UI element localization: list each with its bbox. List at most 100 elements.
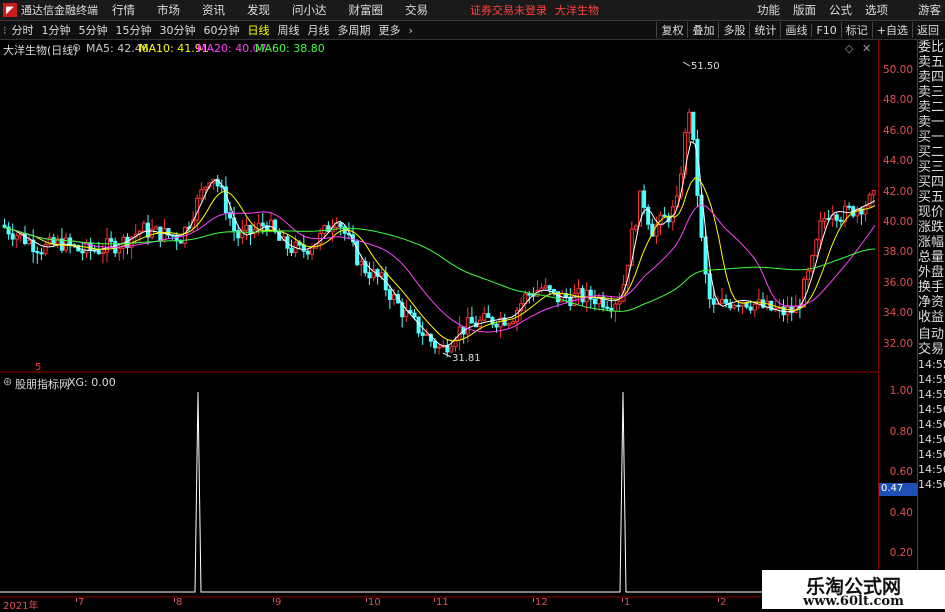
sidebar-quote-label: 买一 (918, 130, 945, 145)
sidebar-quote-label: 卖三 (918, 85, 945, 100)
candle-body (506, 323, 511, 326)
date-tick-label: 12 (535, 597, 548, 608)
candle-body (424, 334, 429, 337)
candle-body (847, 205, 852, 208)
btn-back[interactable]: 返回 (912, 22, 943, 38)
date-tick-mark (718, 598, 719, 602)
date-tick-label: 11 (436, 597, 449, 608)
candle-body (39, 252, 44, 255)
sidebar-quote-label: 总量 (918, 250, 945, 265)
price-tick-label: 40.00 (882, 216, 913, 228)
candle-body (863, 205, 868, 215)
candle-body (605, 306, 610, 309)
candle-body (379, 272, 384, 277)
candle-body (387, 289, 392, 300)
sidebar-quote-label[interactable]: 自动 (918, 327, 945, 342)
candle-body (482, 313, 487, 321)
sidebar-quote-label: 14:56 (918, 478, 945, 491)
sidebar-quote-label: 14:56 (918, 418, 945, 431)
candle-body (617, 300, 622, 305)
candle-body (527, 293, 532, 296)
price-tick-label: 36.00 (882, 276, 913, 289)
date-tick-mark (273, 598, 274, 602)
candle-body (543, 285, 548, 289)
low-price-label: 31.81 (452, 353, 481, 364)
candle-body (871, 190, 876, 196)
candle-body (51, 237, 56, 245)
candle-body (720, 299, 724, 304)
date-tick-label: 7 (78, 597, 85, 608)
candle-body (35, 251, 40, 254)
indicator-tick-label: 1.00 (889, 385, 913, 397)
candle-body (334, 222, 339, 228)
price-tick-label: 44.00 (882, 155, 913, 168)
candle-body (100, 251, 105, 255)
candle-body (752, 303, 757, 311)
cursor-value-badge: 0.47 (879, 483, 917, 496)
candle-body (838, 219, 843, 222)
candle-body (150, 228, 155, 238)
ma-line-1 (2, 177, 876, 342)
candle-body (141, 222, 146, 232)
sidebar-quote-label: 14:55 (918, 373, 945, 386)
sidebar-quote-label: 卖一 (918, 115, 945, 130)
date-tick-label: 2021年 (3, 601, 39, 612)
candle-body (748, 306, 753, 311)
candle-body (437, 346, 442, 349)
candle-body (613, 303, 618, 312)
date-tick-mark (366, 598, 367, 602)
indicator-tick-label: 0.80 (889, 425, 913, 438)
guest-user[interactable]: 游客 (918, 2, 941, 18)
date-tick-label: 2 (720, 597, 727, 608)
candle-body (449, 346, 454, 353)
high-price-label: 51.50 (691, 61, 720, 72)
kline-chart[interactable]: 5 51.50 31.81 (0, 0, 878, 598)
candle-body (244, 224, 249, 231)
candle-body (109, 238, 114, 242)
ma-line-2 (2, 204, 876, 333)
candle-body (465, 316, 470, 335)
xg-signal-line (0, 391, 876, 593)
candle-body (547, 285, 552, 291)
price-tick-label: 48.00 (882, 94, 913, 107)
candle-body (724, 299, 729, 304)
date-tick-label: 8 (176, 597, 183, 608)
price-tick-label: 32.00 (882, 337, 913, 350)
date-tick-label: 9 (275, 597, 282, 608)
sidebar-quote-label: 卖五 (918, 55, 945, 70)
sidebar-quote-label: 净资 (918, 295, 945, 310)
candle-body (310, 247, 314, 255)
candle-body (736, 304, 741, 307)
candle-body (687, 111, 692, 134)
price-tick-label: 50.00 (882, 64, 913, 76)
candle-body (14, 235, 19, 240)
candle-body (802, 278, 806, 308)
sidebar-quote-label: 14:56 (918, 463, 945, 476)
candle-body (433, 340, 437, 349)
candle-body (580, 288, 585, 303)
sidebar-quote-label: 现价 (918, 205, 945, 220)
price-axis: 50.00 48.00 46.00 44.00 42.00 40.00 38.00 36.00… (878, 40, 917, 373)
candle-body (510, 321, 515, 325)
date-tick-label: 10 (368, 597, 381, 608)
candle-body (494, 323, 499, 328)
candle-body (392, 294, 396, 300)
ma-line-0 (2, 140, 876, 347)
sidebar-quote-label: 买二 (918, 145, 945, 160)
sidebar-quote-label: 14:55 (918, 358, 945, 371)
sidebar-quote-label: 14:56 (918, 403, 945, 416)
candle-body (806, 270, 811, 280)
watermark: 乐淘公式网 www.60lt.com (762, 570, 945, 609)
candle-body (367, 272, 372, 279)
watermark-url: www.60lt.com (803, 594, 904, 609)
candle-body (420, 332, 425, 336)
candle-body (584, 289, 589, 303)
ma-line-3 (2, 226, 876, 312)
price-tick-label: 38.00 (882, 246, 913, 259)
candle-body (551, 289, 556, 293)
sidebar-quote-label: 外盘 (918, 265, 945, 280)
sidebar-quote-label[interactable]: 交易 (918, 342, 945, 357)
candle-body (695, 138, 700, 196)
candle-body (88, 242, 93, 251)
sidebar-quote-label: 涨幅 (918, 235, 945, 250)
